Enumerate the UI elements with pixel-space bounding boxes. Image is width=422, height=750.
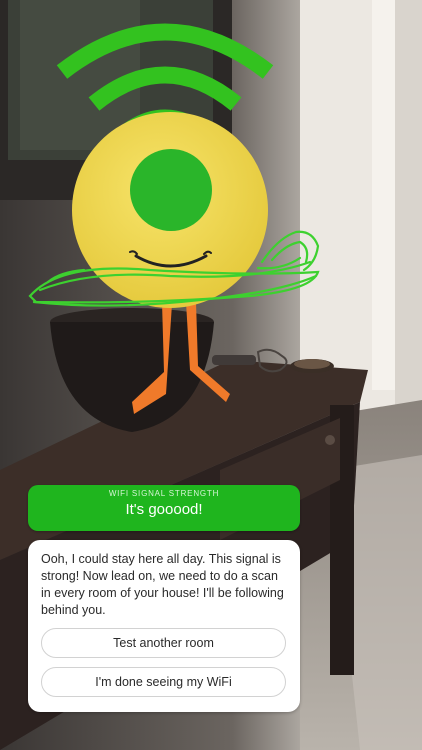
signal-strength-label: WIFI SIGNAL STRENGTH bbox=[108, 489, 220, 498]
dialog-message: Ooh, I could stay here all day. This sig… bbox=[41, 552, 284, 617]
test-another-room-button[interactable]: Test another room bbox=[41, 628, 286, 658]
character-eye-icon bbox=[130, 149, 212, 231]
wifi-signal-strength-panel: WIFI SIGNAL STRENGTH It's gooood! bbox=[28, 485, 300, 531]
signal-strength-value: It's gooood! bbox=[125, 501, 203, 518]
ar-camera-screen: WIFI SIGNAL STRENGTH It's gooood! Ooh, I… bbox=[0, 0, 422, 750]
character-dialog: Ooh, I could stay here all day. This sig… bbox=[28, 540, 300, 712]
done-seeing-wifi-button[interactable]: I'm done seeing my WiFi bbox=[41, 667, 286, 697]
